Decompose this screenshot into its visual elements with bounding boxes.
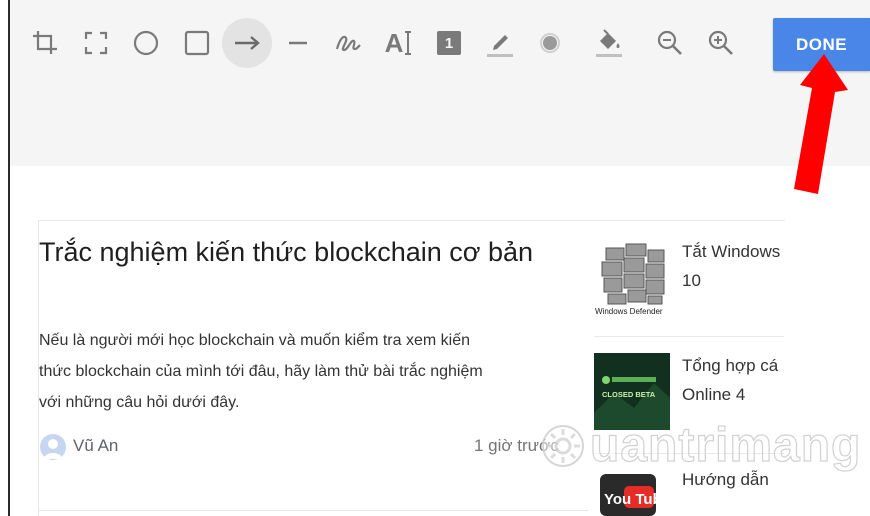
number-badge-glyph: 1 bbox=[444, 34, 454, 52]
sidebar-item-title[interactable]: Tổng hợp cá Online 4 bbox=[682, 351, 785, 409]
watermark-text: uantrimang bbox=[589, 418, 862, 472]
pen-icon[interactable] bbox=[475, 18, 525, 68]
sidebar-title-line: Tắt Windows bbox=[682, 242, 781, 261]
freehand-icon[interactable] bbox=[323, 18, 373, 68]
text-tool-glyph: A bbox=[384, 27, 404, 58]
thumb-caption: You Tube bbox=[604, 491, 670, 508]
sidebar-thumbnail[interactable]: Windows Defender bbox=[594, 238, 670, 320]
blur-dot-icon[interactable] bbox=[525, 18, 575, 68]
sidebar-divider bbox=[594, 336, 784, 337]
author-name[interactable]: Vũ An bbox=[73, 436, 118, 456]
ellipse-icon[interactable] bbox=[121, 18, 171, 68]
sidebar-thumbnail[interactable]: You Tube bbox=[594, 470, 670, 516]
divider bbox=[38, 510, 588, 511]
sidebar-item-title[interactable]: Tắt Windows 10 bbox=[682, 237, 785, 295]
rectangle-icon[interactable] bbox=[172, 18, 222, 68]
line-icon[interactable] bbox=[273, 18, 323, 68]
watermark: uantrimang bbox=[540, 418, 861, 473]
annotation-arrow-icon bbox=[794, 54, 848, 194]
article-title[interactable]: Trắc nghiệm kiến thức blockchain cơ bản bbox=[39, 232, 559, 273]
avatar bbox=[40, 434, 66, 460]
arrow-icon[interactable] bbox=[222, 18, 272, 68]
text-icon[interactable]: A bbox=[374, 18, 424, 68]
fill-bucket-icon[interactable] bbox=[584, 18, 634, 68]
article-description: Nếu là người mới học blockchain và muốn … bbox=[39, 325, 574, 418]
sidebar-title-line: Tổng hợp cá bbox=[682, 356, 779, 375]
thumb-caption: CLOSED BETA bbox=[602, 390, 656, 399]
sidebar-title-line: Online 4 bbox=[682, 385, 746, 404]
zoom-in-icon[interactable] bbox=[696, 18, 746, 68]
zoom-out-icon[interactable] bbox=[645, 18, 695, 68]
select-area-icon[interactable] bbox=[71, 18, 121, 68]
thumb-caption: Windows Defender bbox=[595, 307, 663, 316]
description-line: Nếu là người mới học blockchain và muốn … bbox=[39, 332, 470, 349]
description-line: thức blockchain của mình tới đâu, hãy là… bbox=[39, 363, 483, 380]
watermark-logo-icon bbox=[542, 424, 584, 467]
number-badge-icon[interactable]: 1 bbox=[424, 18, 474, 68]
crop-icon[interactable] bbox=[20, 18, 70, 68]
description-line: với những câu hỏi dưới đây. bbox=[39, 394, 240, 411]
sidebar-title-line: 10 bbox=[682, 271, 701, 290]
